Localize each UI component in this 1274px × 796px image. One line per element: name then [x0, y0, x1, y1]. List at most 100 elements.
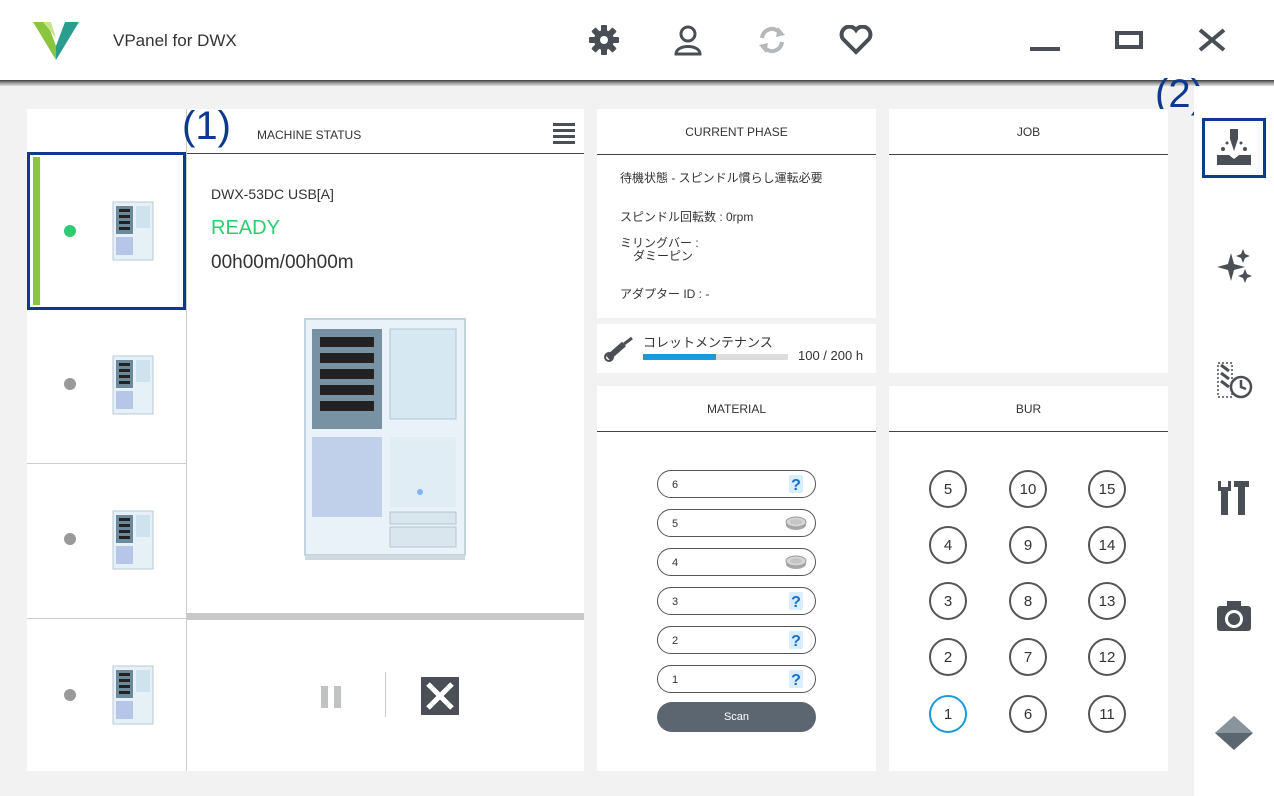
disc-icon [785, 555, 807, 569]
machine-item-1[interactable] [27, 152, 186, 310]
material-title: MATERIAL [597, 386, 876, 432]
machine-thumbnail-icon [112, 665, 154, 725]
collet-progress-bar [643, 354, 788, 360]
material-slot-number: 5 [672, 518, 679, 530]
milling-bar-value: ダミーピン [633, 249, 694, 263]
close-icon[interactable] [1192, 22, 1232, 58]
machine-status-title: MACHINE STATUS [257, 128, 362, 142]
material-slot-6[interactable]: 6? [657, 470, 816, 498]
bur-slot-15[interactable]: 15 [1088, 470, 1126, 508]
bur-slot-9[interactable]: 9 [1009, 526, 1047, 564]
machine-time: 00h00m/00h00m [211, 252, 354, 273]
milling-icon[interactable] [1214, 128, 1254, 168]
phase-state: 待機状態 - スピンドル慣らし運転必要 [620, 171, 823, 185]
bur-title: BUR [889, 386, 1168, 432]
collet-maintenance-panel: コレットメンテナンス 100 / 200 h [597, 324, 876, 373]
machine-model: DWX-53DC USB[A] [211, 186, 334, 202]
svg-text:?: ? [791, 633, 801, 650]
question-icon: ? [789, 592, 803, 611]
bur-slot-8[interactable]: 8 [1009, 582, 1047, 620]
material-slot-number: 4 [672, 557, 679, 569]
machine-status-panel: MACHINE STATUS DWX-53DC USB[A] READY 00h… [187, 109, 584, 771]
collet-value: 100 / 200 h [798, 348, 864, 363]
svg-text:?: ? [791, 672, 801, 689]
diamond-icon[interactable] [1214, 713, 1254, 753]
annotation-label-1: (1) [182, 104, 231, 148]
machine-item-4[interactable] [27, 619, 187, 774]
job-title: JOB [889, 109, 1168, 155]
bur-schedule-icon[interactable] [1214, 361, 1254, 401]
collet-label: コレットメンテナンス [643, 335, 773, 350]
material-slot-3[interactable]: 3? [657, 587, 816, 615]
app-title: VPanel for DWX [113, 31, 237, 50]
material-slot-number: 6 [672, 479, 679, 491]
collet-icon [604, 336, 633, 362]
svg-text:?: ? [791, 477, 801, 494]
question-icon: ? [789, 631, 803, 650]
gear-icon[interactable] [586, 22, 622, 58]
bur-slot-12[interactable]: 12 [1088, 638, 1126, 676]
stop-icon[interactable] [421, 677, 459, 715]
current-phase-panel: CURRENT PHASE 待機状態 - スピンドル慣らし運転必要 スピンドル回… [597, 109, 876, 318]
bur-slot-1[interactable]: 1 [929, 695, 967, 733]
status-dot [64, 689, 76, 701]
machine-item-2[interactable] [27, 309, 187, 464]
bur-slot-3[interactable]: 3 [929, 582, 967, 620]
bur-slot-14[interactable]: 14 [1088, 526, 1126, 564]
pause-icon[interactable] [318, 684, 344, 710]
spindle-speed: スピンドル回転数 : 0rpm [620, 210, 754, 224]
active-indicator [33, 157, 40, 305]
bur-slot-11[interactable]: 11 [1088, 695, 1126, 733]
material-slot-1[interactable]: 1? [657, 665, 816, 693]
material-slot-5[interactable]: 5 [657, 509, 816, 537]
right-sidebar [1194, 86, 1274, 796]
current-phase-title: CURRENT PHASE [597, 109, 876, 155]
menu-icon[interactable] [553, 122, 575, 144]
status-dot [64, 378, 76, 390]
tools-icon[interactable] [1214, 478, 1254, 518]
title-bar: VPanel for DWX [0, 0, 1274, 80]
machine-thumbnail-icon [112, 201, 154, 261]
status-dot [64, 533, 76, 545]
material-panel: MATERIAL 6? 5 4 3? 2? 1? Scan [597, 386, 876, 771]
sync-icon[interactable] [754, 22, 790, 58]
collet-progress-fill [643, 354, 716, 360]
machine-image [304, 318, 466, 560]
vpanel-logo [33, 22, 79, 60]
material-slot-number: 1 [672, 674, 679, 686]
material-slot-number: 2 [672, 635, 679, 647]
material-slot-2[interactable]: 2? [657, 626, 816, 654]
user-icon[interactable] [670, 22, 706, 58]
heart-icon[interactable] [838, 22, 874, 58]
bur-slot-7[interactable]: 7 [1009, 638, 1047, 676]
question-icon: ? [789, 670, 803, 689]
bur-slot-10[interactable]: 10 [1009, 470, 1047, 508]
scan-button[interactable]: Scan [657, 702, 816, 732]
machine-list [27, 109, 187, 771]
camera-icon[interactable] [1214, 596, 1254, 636]
adapter-id: アダプター ID : - [620, 287, 710, 301]
machine-state: READY [211, 217, 280, 239]
bur-slot-6[interactable]: 6 [1009, 695, 1047, 733]
sparkle-icon[interactable] [1214, 246, 1254, 286]
divider [385, 672, 386, 717]
material-slot-number: 3 [672, 596, 679, 608]
bur-panel: BUR 5 4 3 2 1 10 9 8 7 6 15 14 13 12 11 [889, 386, 1168, 771]
material-slot-4[interactable]: 4 [657, 548, 816, 576]
svg-text:?: ? [791, 594, 801, 611]
machine-item-3[interactable] [27, 464, 187, 619]
divider [187, 153, 584, 154]
bur-slot-2[interactable]: 2 [929, 638, 967, 676]
job-progress-bar [187, 613, 584, 620]
bur-slot-4[interactable]: 4 [929, 526, 967, 564]
bur-slot-5[interactable]: 5 [929, 470, 967, 508]
maximize-icon[interactable] [1109, 22, 1149, 58]
job-panel: JOB [889, 109, 1168, 373]
bur-slot-13[interactable]: 13 [1088, 582, 1126, 620]
machine-thumbnail-icon [112, 510, 154, 570]
machine-thumbnail-icon [112, 355, 154, 415]
disc-icon [785, 516, 807, 530]
status-dot [64, 225, 76, 237]
question-icon: ? [789, 475, 803, 494]
minimize-icon[interactable] [1025, 22, 1065, 58]
